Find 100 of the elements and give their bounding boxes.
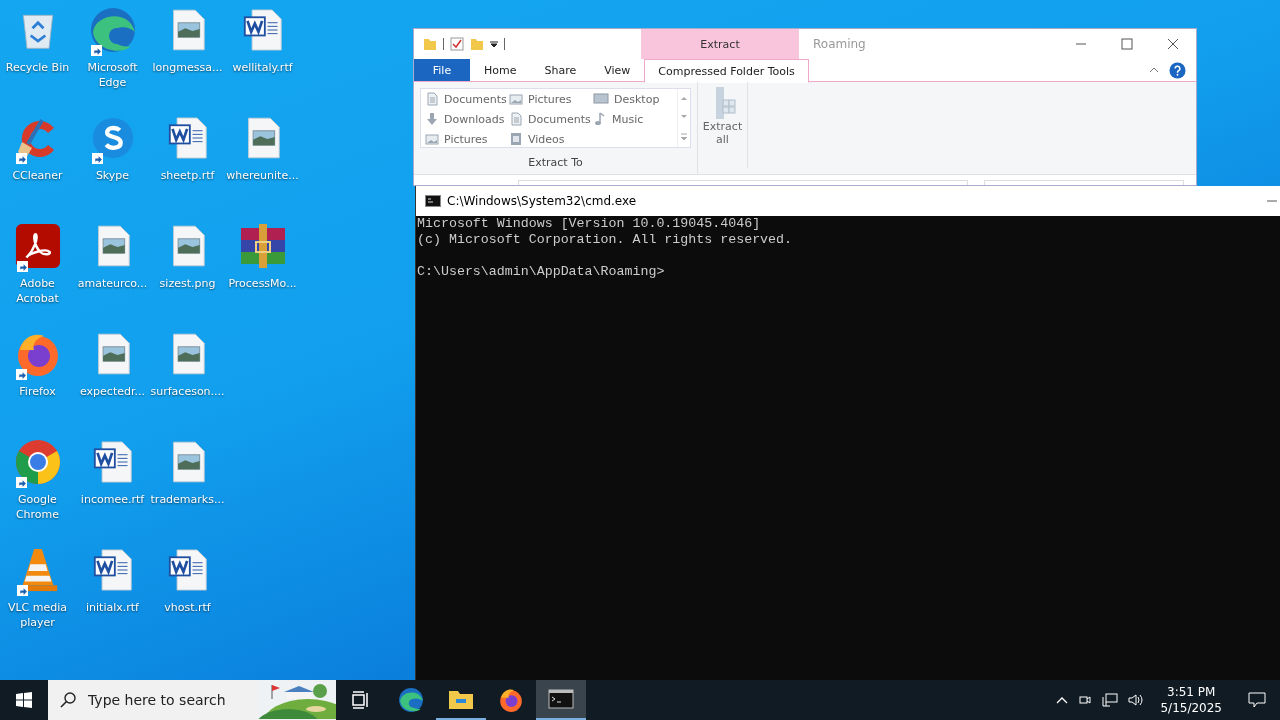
icon-label: whereunite...	[225, 168, 300, 183]
word-document-icon	[242, 8, 283, 52]
extract-to-item[interactable]: Pictures	[425, 129, 509, 149]
archive-books-icon	[238, 222, 287, 270]
extract-to-item[interactable]: Documents	[425, 89, 509, 109]
folder-icon	[448, 688, 474, 710]
collapse-ribbon-icon[interactable]	[1149, 67, 1159, 73]
desktop-icon[interactable]: incomee.rtf	[75, 436, 150, 544]
folder-icon	[423, 37, 437, 51]
desktop-icon[interactable]: ProcessMo...	[225, 220, 300, 328]
desktop-icon[interactable]: Google Chrome	[0, 436, 75, 544]
desktop-icon[interactable]: VLC media player	[0, 544, 75, 652]
desktop-icon[interactable]: CCleaner	[0, 112, 75, 220]
search-input[interactable]: Type here to search	[86, 691, 248, 709]
shortcut-arrow-icon	[15, 153, 27, 164]
monitor-icon	[593, 92, 609, 106]
clock[interactable]: 3:51 PM 5/15/2025	[1160, 684, 1222, 716]
icon-label: trademarks...	[150, 492, 225, 507]
desktop-icon[interactable]: surfaceson....	[150, 328, 225, 436]
desktop-icon[interactable]: amateurco...	[75, 220, 150, 328]
group-label: Extract To	[528, 156, 583, 169]
notifications-icon[interactable]	[1248, 692, 1266, 708]
extract-to-item[interactable]: Music	[593, 109, 677, 129]
icon-label: sizest.png	[158, 276, 217, 291]
file-tab[interactable]: File	[414, 59, 470, 81]
desktop-icon[interactable]: sizest.png	[150, 220, 225, 328]
help-icon[interactable]	[1169, 61, 1186, 79]
word-document-icon	[92, 548, 133, 592]
shortcut-arrow-icon	[15, 477, 27, 488]
picture-icon	[509, 92, 523, 106]
clock-date: 5/15/2025	[1160, 700, 1222, 716]
console-line: Microsoft Windows [Version 10.0.19045.4046]	[417, 216, 762, 232]
word-document-icon	[92, 440, 133, 484]
properties-icon	[450, 37, 464, 51]
icon-label: vhost.rtf	[163, 600, 212, 615]
context-tab-header: Extract	[641, 29, 799, 59]
extract-to-item[interactable]: Videos	[509, 129, 593, 149]
down-arrow-icon	[425, 112, 439, 126]
extract-to-item[interactable]: Pictures	[509, 89, 593, 109]
new-folder-icon	[470, 37, 484, 51]
taskbar-app[interactable]	[536, 680, 586, 720]
close-icon[interactable]	[1167, 38, 1179, 50]
extract-to-item[interactable]: Documents	[509, 109, 593, 129]
chrome-icon	[13, 438, 62, 486]
icon-label: wellitaly.rtf	[231, 60, 294, 75]
icon-label: sheetp.rtf	[159, 168, 216, 183]
ribbon-tab[interactable]: Share	[530, 59, 591, 81]
document-icon	[425, 92, 439, 106]
icon-label: amateurco...	[76, 276, 149, 291]
speaker-icon[interactable]	[1128, 693, 1145, 707]
desktop-icon[interactable]: longmessa...	[150, 4, 225, 112]
camera-icon[interactable]	[1078, 693, 1093, 707]
maximize-icon[interactable]	[1121, 38, 1133, 50]
icon-label: VLC media player	[6, 600, 69, 630]
network-icon[interactable]	[1102, 693, 1119, 707]
terminal-icon	[425, 195, 441, 207]
icon-label: longmessa...	[151, 60, 224, 75]
desktop-icon[interactable]: expectedr...	[75, 328, 150, 436]
chevron-up-icon[interactable]	[1056, 696, 1069, 704]
extract-all-button[interactable]: Extract all	[698, 82, 748, 168]
shortcut-arrow-icon	[91, 153, 103, 164]
terminal-icon	[548, 689, 574, 709]
desktop-icon[interactable]: sheetp.rtf	[150, 112, 225, 220]
icon-label: incomee.rtf	[79, 492, 146, 507]
icon-label: Microsoft Edge	[86, 60, 139, 90]
shortcut-arrow-icon	[90, 45, 102, 56]
desktop-icon[interactable]: Skype	[75, 112, 150, 220]
firefox-icon	[498, 687, 524, 713]
desktop-icon[interactable]: Microsoft Edge	[75, 4, 150, 112]
acrobat-icon	[14, 223, 61, 269]
shortcut-arrow-icon	[16, 585, 28, 596]
search-bar[interactable]: Type here to search	[48, 680, 336, 720]
windows-logo-icon	[16, 692, 32, 708]
extract-to-item[interactable]: Desktop	[593, 89, 677, 109]
edge-icon	[398, 687, 424, 713]
word-document-icon	[167, 116, 208, 160]
shortcut-arrow-icon	[16, 261, 28, 272]
word-document-icon	[167, 548, 208, 592]
icon-label: Recycle Bin	[4, 60, 71, 75]
icon-label: expectedr...	[79, 384, 146, 399]
desktop-icon[interactable]: Adobe Acrobat	[0, 220, 75, 328]
ribbon-tab[interactable]: Home	[470, 59, 531, 81]
icon-label: Adobe Acrobat	[15, 276, 60, 306]
icon-label: surfaceson....	[150, 384, 225, 399]
desktop-icon[interactable]: Recycle Bin	[0, 4, 75, 112]
ribbon-tab[interactable]: Compressed Folder Tools	[644, 59, 809, 83]
icon-label: Firefox	[18, 384, 57, 399]
desktop-icon[interactable]: Firefox	[0, 328, 75, 436]
window-title: Roaming	[813, 37, 866, 51]
edge-icon	[88, 6, 137, 54]
desktop-icon[interactable]: whereunite...	[225, 112, 300, 220]
icon-label: Google Chrome	[14, 492, 61, 522]
desktop-icon[interactable]: wellitaly.rtf	[225, 4, 300, 112]
extract-to-item[interactable]: Downloads	[425, 109, 509, 129]
desktop-icon[interactable]: vhost.rtf	[150, 544, 225, 652]
ribbon-tab[interactable]: View	[590, 59, 645, 81]
icon-label: CCleaner	[11, 168, 64, 183]
picture-icon	[425, 132, 439, 146]
desktop-icon[interactable]: trademarks...	[150, 436, 225, 544]
desktop-icon[interactable]: initialx.rtf	[75, 544, 150, 652]
